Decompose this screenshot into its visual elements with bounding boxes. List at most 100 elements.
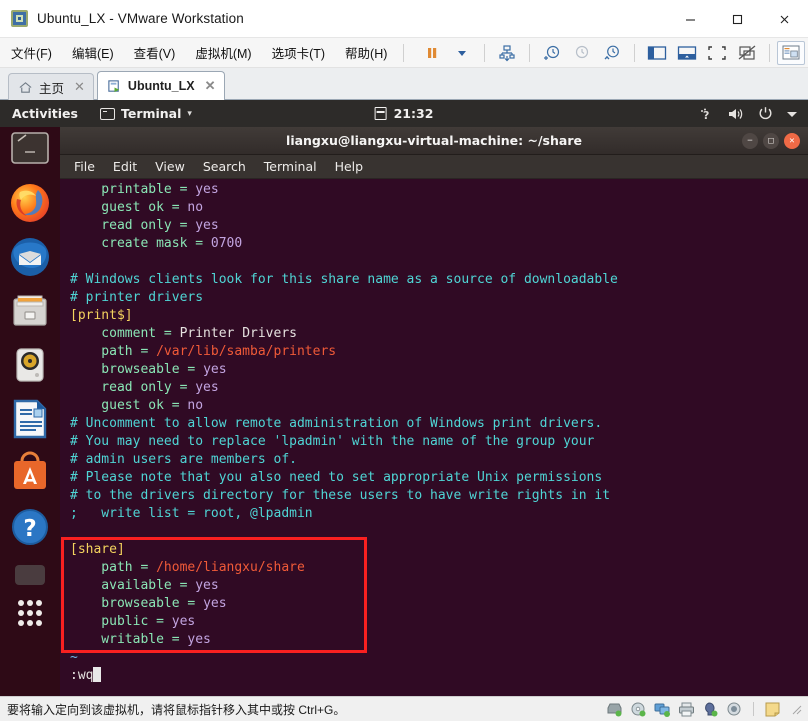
tab-home-close-icon[interactable]: ✕ — [74, 79, 85, 95]
tab-ubuntu-lx[interactable]: Ubuntu_LX ✕ — [96, 71, 225, 100]
terminal-text: yes — [195, 578, 219, 593]
terminal-text: yes — [203, 362, 227, 377]
dropdown-caret[interactable] — [447, 41, 477, 65]
dock-item-help[interactable]: ? — [8, 505, 52, 549]
close-button[interactable] — [761, 0, 808, 38]
unity-mode-button[interactable] — [732, 41, 762, 65]
menu-file[interactable]: 文件(F) — [2, 40, 61, 65]
activities-button[interactable]: Activities — [12, 106, 78, 121]
terminal-line: create mask = 0700 — [60, 235, 808, 253]
terminal-text: read only = — [70, 380, 196, 395]
console-view-button[interactable] — [777, 40, 806, 65]
terminal-text: public = — [70, 614, 172, 629]
terminal-line: # admin users are members of. — [60, 451, 808, 469]
active-app-label: Terminal — [120, 106, 182, 121]
terminal-maximize-button[interactable]: □ — [763, 132, 779, 149]
volume-icon[interactable] — [728, 107, 745, 121]
dock-item-ubuntu-software[interactable] — [8, 451, 52, 495]
terminal-line: path = /home/liangxu/share — [60, 559, 808, 577]
terminal-line: path = /var/lib/samba/printers — [60, 343, 808, 361]
terminal-menu-terminal[interactable]: Terminal — [264, 159, 317, 174]
maximize-button[interactable] — [714, 0, 761, 38]
window-controls — [667, 0, 808, 38]
pause-button[interactable] — [417, 41, 447, 65]
dock-item-rhythmbox[interactable] — [8, 343, 52, 387]
active-app-menu[interactable]: Terminal ▾ — [99, 106, 192, 121]
ubuntu-dock: ? — [0, 127, 60, 696]
terminal-text: no — [187, 398, 204, 413]
terminal-icon — [99, 107, 115, 120]
toolbar-divider-4 — [634, 43, 636, 62]
fullscreen-button[interactable] — [702, 41, 732, 65]
menu-edit[interactable]: 编辑(E) — [63, 40, 123, 65]
terminal-text: 0700 — [210, 236, 243, 251]
terminal-line: comment = Printer Drivers — [60, 325, 808, 343]
terminal-output[interactable]: printable = yes guest ok = no read only … — [60, 179, 808, 696]
terminal-text: yes — [187, 632, 211, 647]
manage-snapshots-button[interactable] — [597, 41, 627, 65]
snapshot-manager-button[interactable] — [492, 41, 522, 65]
terminal-menu-search[interactable]: Search — [203, 159, 246, 174]
terminal-text: [share] — [70, 542, 125, 557]
dock-item-thunderbird[interactable] — [8, 235, 52, 279]
dock-item-libreoffice-writer[interactable] — [8, 397, 52, 441]
terminal-text: yes — [195, 218, 219, 233]
power-icon[interactable] — [758, 106, 773, 121]
resize-grip[interactable] — [791, 704, 802, 715]
system-menu-caret[interactable] — [786, 109, 798, 119]
grid-dots-icon — [18, 600, 42, 626]
terminal-menu-file[interactable]: File — [74, 159, 95, 174]
show-library-button[interactable] — [642, 41, 672, 65]
menu-tabs[interactable]: 选项卡(T) — [263, 40, 334, 65]
minimize-button[interactable] — [667, 0, 714, 38]
terminal-text: :wq — [70, 668, 94, 683]
note-icon[interactable] — [764, 702, 781, 717]
terminal-menu-help[interactable]: Help — [335, 159, 364, 174]
dock-item-firefox[interactable] — [8, 181, 52, 225]
menu-help[interactable]: 帮助(H) — [336, 40, 396, 65]
dock-item-show-applications[interactable] — [8, 593, 52, 633]
dock-item-trash[interactable] — [8, 559, 52, 585]
vmware-menu-bar: 文件(F) 编辑(E) 查看(V) 虚拟机(M) 选项卡(T) 帮助(H) — [0, 38, 808, 68]
terminal-line: browseable = yes — [60, 361, 808, 379]
question-mark-icon: ? — [12, 509, 48, 545]
terminal-line: ~ — [60, 649, 808, 667]
terminal-text: printable = — [70, 182, 196, 197]
tab-ubuntu-lx-close-icon[interactable]: ✕ — [205, 78, 216, 94]
terminal-line: [print$] — [60, 307, 808, 325]
keyboard-input-icon[interactable]: ? — [699, 107, 715, 121]
vmware-tab-strip: 主页 ✕ Ubuntu_LX ✕ — [0, 68, 808, 100]
dock-item-files[interactable] — [8, 289, 52, 333]
cd-dvd-icon[interactable] — [630, 702, 647, 717]
terminal-menu-view[interactable]: View — [155, 159, 185, 174]
terminal-line: browseable = yes — [60, 595, 808, 613]
terminal-window-controls: − □ ✕ — [742, 132, 800, 149]
terminal-window[interactable]: liangxu@liangxu-virtual-machine: ~/share… — [60, 127, 808, 696]
svg-text:?: ? — [23, 516, 36, 542]
camera-icon[interactable] — [726, 702, 743, 717]
hard-disk-icon[interactable] — [606, 702, 623, 717]
terminal-cursor — [93, 667, 102, 682]
terminal-line: # Please note that you also need to set … — [60, 469, 808, 487]
vmware-icon — [11, 10, 28, 27]
usb-icon[interactable] — [702, 701, 719, 717]
menu-vm[interactable]: 虚拟机(M) — [186, 40, 260, 65]
take-snapshot-button[interactable] — [537, 41, 567, 65]
toolbar-divider — [403, 43, 405, 62]
terminal-minimize-button[interactable]: − — [742, 132, 758, 149]
printer-icon[interactable] — [678, 702, 695, 717]
terminal-close-button[interactable]: ✕ — [784, 132, 800, 149]
clock-area[interactable]: 21:32 — [374, 106, 433, 121]
guest-screen[interactable]: Activities Terminal ▾ 21:32 ? ? liangxu@… — [0, 100, 808, 696]
terminal-text: # admin users are members of. — [70, 452, 297, 467]
tab-home[interactable]: 主页 ✕ — [8, 73, 94, 100]
terminal-line: ; write list = root, @lpadmin — [60, 505, 808, 523]
menu-view[interactable]: 查看(V) — [125, 40, 185, 65]
revert-snapshot-button[interactable] — [567, 41, 597, 65]
dock-item-files-manager[interactable] — [8, 131, 52, 171]
show-thumbnails-button[interactable] — [672, 41, 702, 65]
terminal-text: no — [187, 200, 204, 215]
vm-icon — [108, 79, 120, 92]
network-adapter-icon[interactable] — [654, 702, 671, 717]
terminal-menu-edit[interactable]: Edit — [113, 159, 137, 174]
